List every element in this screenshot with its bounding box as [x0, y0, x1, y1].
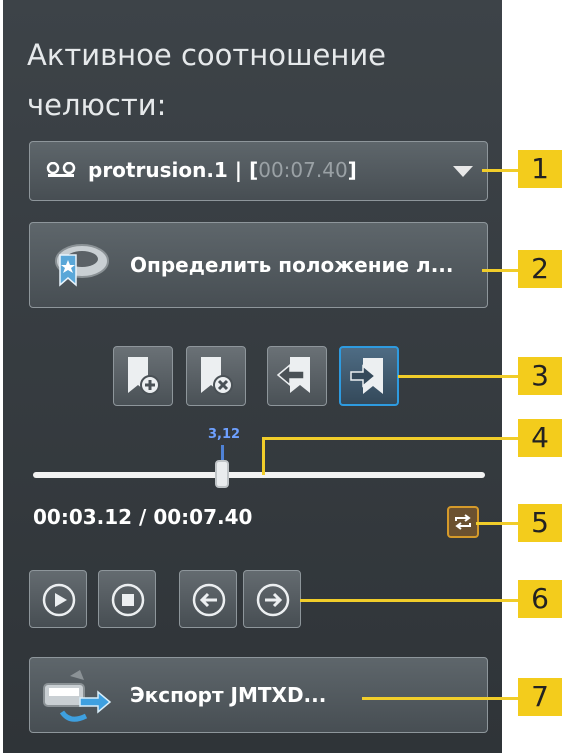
previous-bookmark-button[interactable]	[267, 346, 327, 406]
callout-line-4-drop	[262, 437, 265, 475]
time-readout: 00:03.12 / 00:07.40	[33, 505, 253, 529]
chevron-down-icon	[453, 166, 473, 177]
recording-name: protrusion.1 | [	[88, 158, 259, 182]
callout-line-7	[362, 697, 522, 700]
define-position-button[interactable]: Определить положение л...	[29, 222, 488, 308]
callout-line-1	[482, 169, 522, 172]
panel-title: Активное соотношение челюсти:	[27, 38, 387, 122]
callout-line-4	[262, 437, 522, 440]
callout-1: 1	[518, 150, 562, 188]
callout-2: 2	[518, 250, 562, 288]
callout-6: 6	[518, 580, 562, 618]
play-button[interactable]	[29, 570, 87, 628]
add-bookmark-button[interactable]	[113, 346, 173, 406]
callout-line-6	[300, 599, 522, 602]
timeline-slider[interactable]	[33, 472, 485, 478]
callout-line-3	[398, 375, 522, 378]
jaw-bookmark-icon	[40, 235, 112, 299]
recording-suffix: ]	[347, 158, 357, 182]
define-position-label: Определить положение л...	[130, 253, 454, 277]
export-icon	[40, 668, 112, 728]
slider-value-label: 3,12	[208, 427, 241, 442]
export-label: Экспорт JMTXD...	[130, 683, 327, 707]
recording-duration: 00:07.40	[258, 158, 348, 182]
callout-3: 3	[518, 357, 562, 395]
stop-button[interactable]	[98, 570, 156, 628]
tape-recording-icon	[46, 161, 76, 182]
callout-7: 7	[518, 678, 562, 716]
callout-4: 4	[518, 419, 562, 457]
export-button[interactable]: Экспорт JMTXD...	[29, 657, 488, 733]
step-back-button[interactable]	[179, 570, 237, 628]
callout-line-2	[482, 269, 522, 272]
step-forward-button[interactable]	[243, 570, 301, 628]
recording-dropdown[interactable]: protrusion.1 | [00:07.40]	[29, 141, 488, 201]
callout-5: 5	[518, 504, 562, 542]
callout-line-5	[476, 522, 522, 525]
loop-button[interactable]	[447, 506, 479, 538]
slider-thumb[interactable]	[215, 460, 229, 488]
next-bookmark-button[interactable]	[339, 346, 399, 406]
remove-bookmark-button[interactable]	[186, 346, 246, 406]
dropdown-value: protrusion.1 | [00:07.40]	[88, 158, 357, 182]
